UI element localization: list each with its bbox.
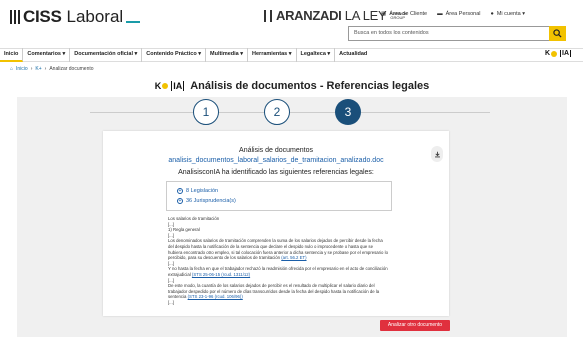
analyze-another-button[interactable]: Analizar otro documento [380,320,450,331]
kia-logo[interactable]: K IA [545,50,571,57]
page-header: K IA Análisis de documentos - Referencias… [17,75,567,97]
steps-line [90,112,490,113]
user-icon: ● [490,11,494,17]
plus-icon: + [177,188,183,194]
chevron-down-icon: ▾ [522,11,525,17]
page-title: Análisis de documentos - Referencias leg… [190,80,430,92]
search-icon [553,29,562,38]
brand-dash [126,21,141,23]
step-2[interactable]: 2 [264,99,290,125]
client-area-link[interactable]: ▦ Área de Cliente [381,11,427,17]
breadcrumb: ⌂ Inicio › K+ › Analizar documento [10,66,94,72]
nav-item-herramientas[interactable]: Herramientas ▾ [248,48,297,62]
sun-icon [162,83,169,89]
brand-bars-icon [10,10,20,24]
nav-item-actualidad[interactable]: Actualidad [335,48,371,62]
step-3: 3 [335,99,361,125]
search-button[interactable] [549,26,566,41]
brand-logo[interactable]: CISS Laboral [10,6,141,28]
breadcrumb-current: Analizar documento [49,66,94,72]
file-name-link[interactable]: analisis_documentos_laboral_salarios_de_… [103,157,449,164]
nav-item-inicio[interactable]: Inicio [0,48,24,62]
plus-icon: + [177,198,183,204]
ref-link[interactable]: (STS 23-1-96 (rcud. 106/96)) [188,294,243,299]
ref-jurisprudencia[interactable]: +36 Jurisprudencia(s) [177,196,391,206]
my-account-link[interactable]: ● Mi cuenta ▾ [490,11,524,17]
personal-area-link[interactable]: ▬ Área Personal [437,11,480,17]
top-links: ▦ Área de Cliente ▬ Área Personal ● Mi cuen… [381,11,525,17]
document-body: Los salarios de tramitación [...] 1) Reg… [168,216,388,305]
main-nav: Inicio Comentarios ▾ Documentación ofici… [0,48,583,62]
nav-item-multimedia[interactable]: Multimedia ▾ [206,48,249,62]
ref-link[interactable]: (STS 25-06-15 (rcud. 1311/12) [192,272,250,277]
step-1[interactable]: 1 [193,99,219,125]
card-heading: Análisis de documentos [239,147,313,154]
breadcrumb-kplus[interactable]: K+ [35,66,41,72]
kia-header-logo: K IA [154,81,185,91]
nav-item-documentacion[interactable]: Documentación oficial ▾ [70,48,143,62]
home-icon: ⌂ [10,66,14,72]
result-card: Análisis de documentos analisis_document… [103,131,449,316]
brand-name-2: Laboral [66,7,124,26]
brand-name: CISS [23,7,62,26]
aranzadi-mark-icon [264,9,272,22]
nav-item-comentarios[interactable]: Comentarios ▾ [23,48,71,62]
references-box: +8 Legislación +36 Jurisprudencia(s) [166,181,392,211]
folder-icon: ▬ [437,11,443,17]
building-icon: ▦ [381,11,387,17]
aranzadi-text-bold: ARANZADI [276,8,342,23]
top-bar: CISS Laboral ARANZADI LA LEY KARNOV GROU… [0,0,583,48]
ref-legislacion[interactable]: +8 Legislación [177,186,391,196]
ref-link[interactable]: (art. 56.2 ET) [281,255,306,260]
nav-item-contenido-practico[interactable]: Contenido Práctico ▾ [142,48,206,62]
breadcrumb-inicio[interactable]: Inicio [16,66,28,72]
download-button[interactable] [431,146,443,162]
download-icon [434,151,440,157]
analysis-summary: AnalisisconIA ha identificado las siguie… [178,169,374,176]
nav-item-legalteca[interactable]: Legalteca ▾ [297,48,336,62]
search-input[interactable]: Busca en todos los contenidos [348,26,566,41]
sun-icon [551,50,557,57]
